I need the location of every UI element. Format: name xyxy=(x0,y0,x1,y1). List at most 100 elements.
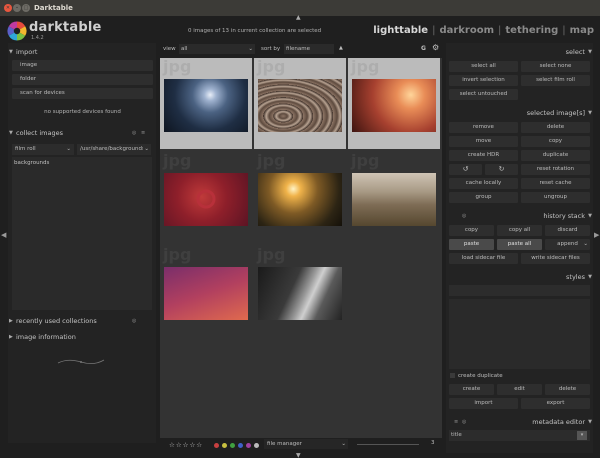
history-copy-button[interactable]: copy xyxy=(449,225,494,236)
presets-icon[interactable]: ≡ xyxy=(141,126,145,140)
grouping-toggle[interactable]: G xyxy=(421,45,426,52)
style-import-button[interactable]: import xyxy=(449,398,518,409)
layout-select[interactable]: file manager ⌄ xyxy=(264,439,348,449)
top-panel-toggle-icon[interactable]: ▲ xyxy=(296,14,301,21)
zoom-slider[interactable] xyxy=(357,444,419,445)
write-sidecar-button[interactable]: write sidecar files xyxy=(521,253,590,264)
sort-direction-icon[interactable]: ▲ xyxy=(339,45,343,51)
create-duplicate-checkbox[interactable]: create duplicate xyxy=(450,372,590,380)
import-module-header[interactable]: ▼ import xyxy=(8,45,156,59)
thumbnail[interactable]: jpg xyxy=(160,151,252,243)
paste-mode-select[interactable]: append ⌄ xyxy=(545,239,590,250)
color-label-blue[interactable] xyxy=(238,443,243,448)
color-label-green[interactable] xyxy=(230,443,235,448)
reset-icon[interactable]: ◎ xyxy=(132,314,136,328)
reset-rotation-button[interactable]: reset rotation xyxy=(521,164,590,175)
recent-collections-header[interactable]: ▶ recently used collections ◎ xyxy=(8,314,156,328)
thumbnail[interactable]: jpg xyxy=(254,245,346,337)
left-panel-toggle-icon[interactable]: ◀ xyxy=(1,231,6,239)
minimize-window-icon[interactable]: – xyxy=(13,4,21,12)
zoom-value[interactable]: 3 xyxy=(431,440,435,446)
color-label-gray[interactable] xyxy=(254,443,259,448)
group-button[interactable]: group xyxy=(449,192,518,203)
view-lighttable[interactable]: lighttable xyxy=(373,25,428,36)
duplicate-button[interactable]: duplicate xyxy=(521,150,590,161)
collect-list-item[interactable]: backgrounds xyxy=(12,157,152,169)
remove-button[interactable]: remove xyxy=(449,122,518,133)
history-discard-button[interactable]: discard xyxy=(545,225,590,236)
load-sidecar-button[interactable]: load sidecar file xyxy=(449,253,518,264)
import-folder-button[interactable]: folder xyxy=(12,74,153,85)
history-stack-header[interactable]: ◎ history stack ▼ xyxy=(446,209,593,223)
select-film-roll-button[interactable]: select film roll xyxy=(521,75,590,86)
collect-module-header[interactable]: ▼ collect images ◎ ≡ xyxy=(8,126,156,140)
image-information-header[interactable]: ▶ image information xyxy=(8,330,156,344)
history-copy-all-button[interactable]: copy all xyxy=(497,225,542,236)
scan-devices-button[interactable]: scan for devices xyxy=(12,88,153,99)
style-delete-button[interactable]: delete xyxy=(545,384,590,395)
styles-search-field[interactable] xyxy=(449,285,590,296)
panel-end-ornament-icon xyxy=(57,359,105,364)
metadata-editor-title: metadata editor xyxy=(532,418,585,426)
right-panel-toggle-icon[interactable]: ▶ xyxy=(594,231,599,239)
star-rating[interactable]: ☆☆☆☆☆ xyxy=(169,441,203,449)
color-label-yellow[interactable] xyxy=(222,443,227,448)
expand-triangle-icon: ▼ xyxy=(588,110,592,116)
create-hdr-button[interactable]: create HDR xyxy=(449,150,518,161)
select-all-button[interactable]: select all xyxy=(449,61,518,72)
thumbnail[interactable]: jpg xyxy=(160,245,252,337)
style-export-button[interactable]: export xyxy=(521,398,590,409)
metadata-title-dropdown-icon[interactable]: ▾ xyxy=(577,431,587,440)
bottom-panel-toggle-icon[interactable]: ▼ xyxy=(296,452,301,458)
select-module-header[interactable]: select ▼ xyxy=(446,45,593,59)
reset-icon[interactable]: ◎ xyxy=(132,126,136,140)
style-edit-button[interactable]: edit xyxy=(497,384,542,395)
maximize-window-icon[interactable]: □ xyxy=(22,4,30,12)
thumbnail[interactable]: jpg xyxy=(348,57,440,149)
preferences-gear-icon[interactable]: ⚙ xyxy=(432,43,439,52)
expand-triangle-icon: ▼ xyxy=(9,130,13,136)
view-map[interactable]: map xyxy=(570,25,594,36)
rotate-ccw-icon[interactable]: ↺ xyxy=(449,164,482,175)
view-tethering[interactable]: tethering xyxy=(505,25,558,36)
thumbnail[interactable]: jpg xyxy=(254,151,346,243)
history-paste-button[interactable]: paste xyxy=(449,239,494,250)
reset-icon[interactable]: ◎ xyxy=(462,209,466,223)
collapsed-triangle-icon: ▶ xyxy=(9,318,13,324)
style-create-button[interactable]: create xyxy=(449,384,494,395)
cache-locally-button[interactable]: cache locally xyxy=(449,178,518,189)
select-untouched-button[interactable]: select untouched xyxy=(449,89,518,100)
import-image-button[interactable]: image xyxy=(12,60,153,71)
presets-icon[interactable]: ≡ xyxy=(454,415,458,429)
select-none-button[interactable]: select none xyxy=(521,61,590,72)
thumbnail[interactable]: jpg xyxy=(160,57,252,149)
reset-cache-button[interactable]: reset cache xyxy=(521,178,590,189)
reset-icon[interactable]: ◎ xyxy=(462,415,466,429)
collect-property-select[interactable]: film roll ⌄ xyxy=(12,144,74,155)
thumbnail[interactable]: jpg xyxy=(254,57,346,149)
device-status: no supported devices found xyxy=(44,109,121,115)
color-label-purple[interactable] xyxy=(246,443,251,448)
copy-button[interactable]: copy xyxy=(521,136,590,147)
view-filter-select[interactable]: all ⌄ xyxy=(179,44,255,54)
photo-mountain-valley xyxy=(352,173,436,226)
right-panel: select ▼ select all select none invert s… xyxy=(446,43,593,453)
metadata-editor-header[interactable]: ≡ ◎ metadata editor ▼ xyxy=(446,415,593,429)
thumbnail[interactable]: jpg xyxy=(348,151,440,243)
invert-selection-button[interactable]: invert selection xyxy=(449,75,518,86)
selected-images-title: selected image[s] xyxy=(526,109,585,117)
view-filter-label: view xyxy=(163,46,176,52)
expand-triangle-icon: ▼ xyxy=(588,419,592,425)
move-button[interactable]: move xyxy=(449,136,518,147)
rotate-cw-icon[interactable]: ↻ xyxy=(485,164,518,175)
view-darkroom[interactable]: darkroom xyxy=(439,25,494,36)
ungroup-button[interactable]: ungroup xyxy=(521,192,590,203)
delete-button[interactable]: delete xyxy=(521,122,590,133)
close-window-icon[interactable]: ✕ xyxy=(4,4,12,12)
history-paste-all-button[interactable]: paste all xyxy=(497,239,542,250)
sort-select[interactable]: filename xyxy=(284,44,334,54)
styles-header[interactable]: styles ▼ xyxy=(446,270,593,284)
collect-path-select[interactable]: /usr/share/backgrounds ⌄ xyxy=(77,144,151,155)
selected-images-header[interactable]: selected image[s] ▼ xyxy=(446,106,593,120)
color-label-red[interactable] xyxy=(214,443,219,448)
